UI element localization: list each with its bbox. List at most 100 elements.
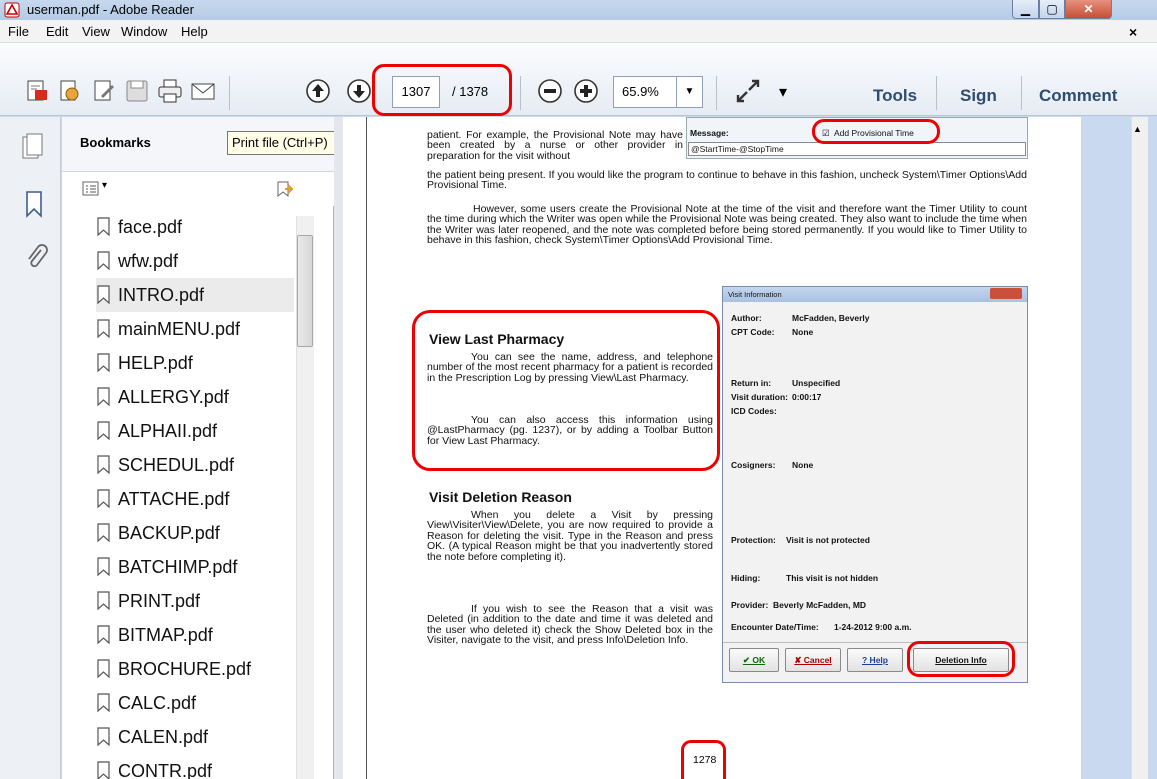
panel-splitter[interactable] — [334, 117, 343, 779]
bookmark-item[interactable]: mainMENU.pdf — [96, 312, 294, 346]
expand-bookmark-icon[interactable] — [276, 180, 293, 198]
bookmark-item[interactable]: PRINT.pdf — [96, 584, 294, 618]
adobe-reader-icon — [4, 2, 20, 18]
menu-view[interactable]: View — [82, 24, 110, 39]
menu-window[interactable]: Window — [121, 24, 167, 39]
cpt-label: CPT Code: — [731, 327, 775, 337]
bookmark-label: mainMENU.pdf — [118, 318, 241, 339]
zoom-input[interactable]: 65.9% — [613, 76, 677, 108]
provider-label: Provider: — [731, 600, 769, 610]
open-file-icon[interactable] — [57, 78, 83, 104]
more-tools-menu[interactable]: ▾ — [779, 82, 787, 102]
maximize-button[interactable]: ▢ — [1039, 0, 1065, 19]
full-screen-icon[interactable] — [735, 78, 761, 104]
provider-value: Beverly McFadden, MD — [773, 600, 867, 610]
email-icon[interactable] — [190, 78, 216, 104]
bookmark-scrollbar-thumb[interactable] — [297, 235, 313, 347]
duration-value: 0:00:17 — [792, 392, 822, 402]
bookmark-options-caret[interactable]: ▾ — [102, 180, 107, 191]
cosigners-value: None — [792, 460, 814, 470]
document-gutter — [343, 117, 366, 779]
bookmark-options-icon[interactable] — [82, 181, 99, 196]
bookmark-icon — [97, 353, 110, 373]
bookmarks-icon[interactable] — [25, 190, 43, 218]
annotation-highlight — [812, 119, 940, 144]
bookmark-item[interactable]: ALLERGY.pdf — [96, 380, 294, 414]
zoom-dropdown-arrow[interactable]: ▼ — [677, 76, 703, 108]
bookmark-item[interactable]: HELP.pdf — [96, 346, 294, 380]
page-thumbnails-icon[interactable] — [21, 132, 45, 162]
bookmark-item[interactable]: CALEN.pdf — [96, 720, 294, 754]
annotation-highlight — [681, 740, 726, 779]
zoom-out-icon[interactable] — [537, 78, 563, 104]
cosigners-label: Cosigners: — [731, 460, 776, 470]
bookmark-label: BATCHIMP.pdf — [118, 556, 238, 577]
visit-deletion-paragraph-2: If you wish to see the Reason that a vis… — [427, 603, 713, 647]
bookmark-label: BROCHURE.pdf — [118, 658, 252, 679]
icd-label: ICD Codes: — [731, 406, 777, 416]
bookmark-icon — [97, 217, 110, 237]
edit-document-icon[interactable] — [91, 78, 117, 104]
create-pdf-icon[interactable] — [24, 78, 50, 104]
scroll-up-arrow[interactable]: ▲ — [1133, 124, 1142, 134]
bookmark-label: SCHEDUL.pdf — [118, 454, 235, 475]
bookmark-item[interactable]: wfw.pdf — [96, 244, 294, 278]
bookmark-label: ATTACHE.pdf — [118, 488, 230, 509]
menu-help[interactable]: Help — [181, 24, 208, 39]
bookmark-label: CONTR.pdf — [118, 760, 213, 779]
bookmark-icon — [97, 489, 110, 509]
print-tooltip: Print file (Ctrl+P) — [227, 131, 350, 155]
menu-file[interactable]: File — [8, 24, 29, 39]
bookmark-item[interactable]: BATCHIMP.pdf — [96, 550, 294, 584]
visit-info-close-icon — [990, 288, 1022, 299]
bookmark-label: ALLERGY.pdf — [118, 386, 229, 407]
toolbar-separator — [936, 76, 937, 110]
close-document-button[interactable]: × — [1129, 24, 1137, 40]
last-pharmacy-paragraph-1: You can see the name, address, and telep… — [427, 351, 713, 384]
bookmark-icon — [97, 251, 110, 271]
hiding-label: Hiding: — [731, 573, 761, 583]
annotation-highlight — [907, 641, 1015, 677]
save-icon[interactable] — [124, 78, 150, 104]
zoom-in-icon[interactable] — [573, 78, 599, 104]
bookmark-item[interactable]: ALPHAII.pdf — [96, 414, 294, 448]
bookmark-item[interactable]: BACKUP.pdf — [96, 516, 294, 550]
encounter-value: 1-24-2012 9:00 a.m. — [834, 622, 912, 632]
protection-value: Visit is not protected — [786, 535, 870, 545]
provisional-paragraph-1: the patient being present. If you would … — [427, 169, 1027, 192]
bookmark-icon — [97, 387, 110, 407]
ok-button-image: ✔ OK — [729, 648, 779, 672]
bookmark-item[interactable]: ATTACHE.pdf — [96, 482, 294, 516]
close-window-button[interactable]: ✕ — [1065, 0, 1112, 19]
return-label: Return in: — [731, 378, 772, 388]
bookmark-item[interactable]: CONTR.pdf — [96, 754, 294, 779]
section-heading-visit-deletion: Visit Deletion Reason — [429, 489, 572, 505]
tools-button[interactable]: Tools — [873, 86, 917, 106]
sign-button[interactable]: Sign — [960, 86, 997, 106]
bookmark-item[interactable]: SCHEDUL.pdf — [96, 448, 294, 482]
toolbar-separator — [520, 76, 521, 110]
duration-label: Visit duration: — [731, 392, 788, 402]
bookmark-icon — [97, 591, 110, 611]
document-scrollbar[interactable] — [1131, 117, 1148, 779]
encounter-label: Encounter Date/Time: — [731, 622, 819, 632]
bookmark-icon — [97, 455, 110, 475]
bookmark-item[interactable]: face.pdf — [96, 210, 294, 244]
protection-label: Protection: — [731, 535, 776, 545]
bookmark-item[interactable]: INTRO.pdf — [96, 278, 294, 312]
visit-deletion-paragraph-1: When you delete a Visit by pressing View… — [427, 509, 713, 563]
author-label: Author: — [731, 313, 762, 323]
toolbar-separator — [229, 76, 230, 110]
bookmark-icon — [97, 285, 110, 305]
menu-edit[interactable]: Edit — [46, 24, 68, 39]
bookmark-item[interactable]: BITMAP.pdf — [96, 618, 294, 652]
bookmark-item[interactable]: CALC.pdf — [96, 686, 294, 720]
attachments-icon[interactable] — [25, 243, 49, 271]
minimize-button[interactable]: ▁ — [1012, 0, 1039, 19]
previous-page-icon[interactable] — [305, 78, 331, 104]
print-icon[interactable] — [157, 78, 183, 104]
bookmark-item[interactable]: BROCHURE.pdf — [96, 652, 294, 686]
comment-button[interactable]: Comment — [1039, 86, 1117, 106]
next-page-icon[interactable] — [346, 78, 372, 104]
bookmark-label: BACKUP.pdf — [118, 522, 220, 543]
